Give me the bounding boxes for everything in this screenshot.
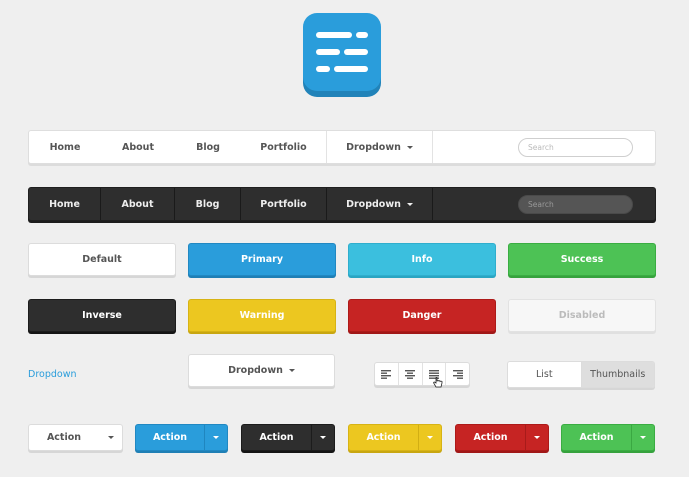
split-button-action[interactable]: Action [456, 425, 525, 450]
align-left-button[interactable] [375, 363, 399, 385]
nav-blog[interactable]: Blog [175, 131, 241, 163]
caret-down-icon [320, 436, 326, 439]
align-center-button[interactable] [399, 363, 423, 385]
disabled-button: Disabled [508, 299, 656, 332]
split-button-default: Action [28, 424, 123, 451]
dropdown-button-label: Dropdown [228, 365, 283, 376]
nav-home[interactable]: Home [29, 131, 101, 163]
split-button-action[interactable]: Action [29, 425, 99, 450]
success-button[interactable]: Success [508, 243, 656, 276]
split-button-toggle[interactable] [525, 425, 548, 450]
app-logo [303, 13, 381, 91]
dropdown-link[interactable]: Dropdown [28, 369, 77, 380]
split-button-toggle[interactable] [204, 425, 227, 450]
caret-down-icon [406, 145, 413, 149]
warning-button[interactable]: Warning [188, 299, 336, 332]
default-button[interactable]: Default [28, 243, 176, 276]
hand-cursor-icon [432, 377, 442, 388]
nav-dropdown-label: Dropdown [346, 198, 401, 210]
split-button-action[interactable]: Action [349, 425, 418, 450]
nav-blog[interactable]: Blog [175, 188, 241, 220]
split-button-primary: Action [135, 424, 228, 451]
align-right-button[interactable] [446, 363, 469, 385]
caret-down-icon [427, 436, 433, 439]
view-toggle-list[interactable]: List [508, 362, 582, 387]
inverse-button[interactable]: Inverse [28, 299, 176, 332]
split-button-toggle[interactable] [418, 425, 441, 450]
align-right-icon [452, 369, 463, 379]
navbar-dark: Home About Blog Portfolio Dropdown Searc… [28, 187, 656, 221]
search-input[interactable]: Search [518, 195, 633, 214]
split-button-success: Action [561, 424, 655, 451]
text-align-group [374, 362, 470, 388]
split-button-toggle[interactable] [631, 425, 654, 450]
caret-down-icon [288, 369, 295, 372]
split-button-warning: Action [348, 424, 442, 451]
nav-dropdown-label: Dropdown [346, 141, 401, 153]
view-toggle-thumbnails[interactable]: Thumbnails [581, 362, 654, 387]
caret-down-icon [213, 436, 219, 439]
dropdown-button[interactable]: Dropdown [188, 354, 335, 387]
align-center-icon [405, 369, 416, 379]
caret-down-icon [534, 436, 540, 439]
split-button-toggle[interactable] [99, 425, 122, 450]
split-button-action[interactable]: Action [242, 425, 311, 450]
navbar-light: Home About Blog Portfolio Dropdown Searc… [28, 130, 656, 164]
nav-home[interactable]: Home [29, 188, 101, 220]
nav-about[interactable]: About [101, 188, 175, 220]
info-button[interactable]: Info [348, 243, 496, 276]
split-button-danger: Action [455, 424, 549, 451]
split-button-toggle[interactable] [311, 425, 334, 450]
split-button-inverse: Action [241, 424, 335, 451]
search-input[interactable]: Search [518, 138, 633, 157]
split-button-action[interactable]: Action [562, 425, 631, 450]
nav-portfolio[interactable]: Portfolio [241, 131, 327, 163]
align-justify-button[interactable] [423, 363, 447, 388]
nav-dropdown[interactable]: Dropdown [327, 131, 433, 163]
nav-dropdown[interactable]: Dropdown [327, 188, 433, 220]
nav-portfolio[interactable]: Portfolio [241, 188, 327, 220]
nav-about[interactable]: About [101, 131, 175, 163]
primary-button[interactable]: Primary [188, 243, 336, 276]
caret-down-icon [107, 436, 114, 439]
caret-down-icon [406, 202, 413, 206]
align-left-icon [381, 369, 392, 379]
view-toggle: List Thumbnails [507, 361, 655, 388]
split-button-action[interactable]: Action [136, 425, 204, 450]
caret-down-icon [640, 436, 646, 439]
danger-button[interactable]: Danger [348, 299, 496, 332]
